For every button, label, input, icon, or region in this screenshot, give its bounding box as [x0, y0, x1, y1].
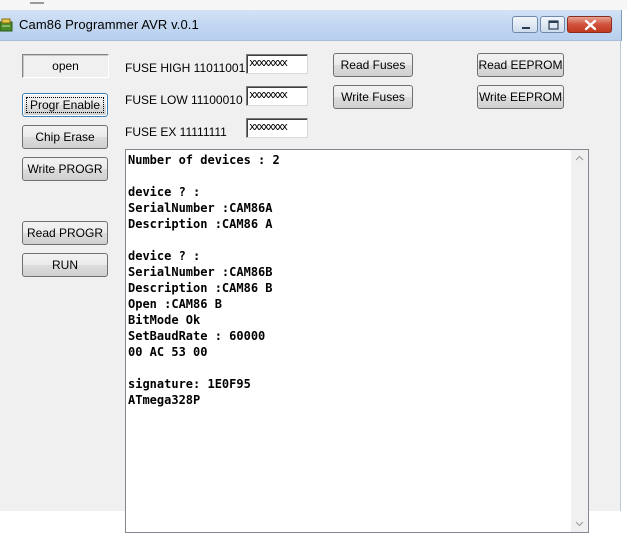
scroll-up-icon[interactable] [571, 150, 588, 167]
run-button[interactable]: RUN [22, 253, 108, 277]
scroll-down-icon[interactable] [571, 515, 588, 532]
write-eeprom-button[interactable]: Write EEPROM [477, 85, 564, 109]
maximize-button[interactable] [540, 16, 565, 33]
minimize-icon [522, 27, 530, 29]
fuse-ex-input[interactable]: xxxxxxxx [246, 118, 308, 138]
close-button[interactable] [567, 16, 612, 33]
fuse-high-label: FUSE HIGH 11011001 [125, 61, 246, 75]
background-dash [30, 2, 44, 4]
log-vertical-scrollbar[interactable] [571, 150, 588, 532]
write-progr-button[interactable]: Write PROGR [22, 157, 108, 181]
fuse-low-label: FUSE LOW 11100010 [125, 93, 243, 107]
fuse-high-input[interactable]: xxxxxxxx [246, 54, 308, 74]
log-textarea[interactable]: Number of devices : 2 device ? : SerialN… [125, 149, 589, 533]
background-strip [0, 0, 627, 10]
minimize-button[interactable] [512, 16, 538, 33]
progr-enable-button[interactable]: Progr Enable [22, 93, 108, 117]
read-eeprom-button[interactable]: Read EEPROM [477, 53, 564, 77]
write-fuses-button[interactable]: Write Fuses [333, 85, 413, 109]
maximize-icon [548, 20, 559, 30]
read-progr-button[interactable]: Read PROGR [22, 221, 108, 245]
app-icon [0, 18, 13, 32]
open-status-button[interactable]: open [22, 54, 109, 78]
dialog-client-area: open Progr Enable Chip Erase Write PROGR… [0, 41, 621, 533]
fuse-ex-label: FUSE EX 11111111 [125, 125, 227, 139]
fuse-low-input[interactable]: xxxxxxxx [246, 86, 308, 106]
chip-erase-button[interactable]: Chip Erase [22, 125, 108, 149]
read-fuses-button[interactable]: Read Fuses [333, 53, 413, 77]
log-text: Number of devices : 2 device ? : SerialN… [128, 153, 280, 407]
focus-ring [26, 97, 104, 113]
close-icon [584, 19, 597, 31]
title-bar[interactable]: Cam86 Programmer AVR v.0.1 [0, 10, 622, 41]
window-title: Cam86 Programmer AVR v.0.1 [19, 17, 199, 32]
